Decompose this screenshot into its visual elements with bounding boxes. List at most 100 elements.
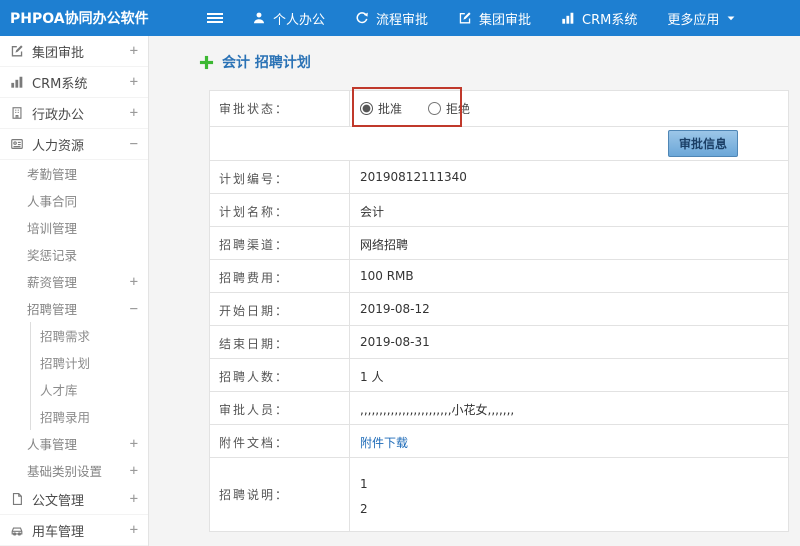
field-label: 开始日期： bbox=[210, 293, 350, 325]
detail-row: 计划编号： 20190812111340 bbox=[210, 161, 788, 194]
collapse-icon[interactable]: − bbox=[130, 137, 138, 151]
document-icon bbox=[10, 492, 24, 506]
approval-info-button[interactable]: 审批信息 bbox=[667, 130, 738, 157]
field-label: 结束日期： bbox=[210, 326, 350, 358]
edit-icon bbox=[458, 11, 472, 25]
sidebar-item-16[interactable]: 公文管理 + bbox=[0, 484, 148, 515]
topnav: 个人办公 流程审批 集团审批 CRM系统 更多应用 bbox=[252, 9, 736, 28]
field-label: 招聘渠道： bbox=[210, 227, 350, 259]
page-title: 会计 招聘计划 bbox=[199, 52, 311, 72]
topnav-item-4[interactable]: 更多应用 bbox=[667, 9, 736, 28]
hamburger-icon bbox=[206, 10, 224, 26]
sidebar-item-10[interactable]: 招聘需求 bbox=[30, 322, 148, 349]
sidebar-item-label: 招聘计划 bbox=[40, 356, 91, 371]
approve-radio-option[interactable]: 批准 bbox=[360, 100, 402, 117]
expand-icon[interactable]: + bbox=[130, 106, 138, 120]
expand-icon[interactable]: + bbox=[130, 75, 138, 89]
field-value: 2019-08-31 bbox=[360, 335, 430, 349]
field-label: 审批人员： bbox=[210, 392, 350, 424]
car-icon bbox=[10, 523, 24, 537]
field-value: 20190812111340 bbox=[360, 170, 467, 184]
field-value-line: 1 bbox=[360, 477, 368, 491]
field-label: 计划名称： bbox=[210, 194, 350, 226]
detail-row: 招聘费用： 100 RMB bbox=[210, 260, 788, 293]
caret-down-icon bbox=[726, 13, 736, 23]
sidebar-item-label: 集团审批 bbox=[32, 45, 85, 61]
sidebar-item-label: 薪资管理 bbox=[27, 275, 78, 290]
topnav-item-2[interactable]: 集团审批 bbox=[458, 9, 531, 28]
topnav-item-label: 流程审批 bbox=[376, 12, 429, 28]
approve-radio[interactable] bbox=[360, 102, 373, 115]
field-value: 附件下载 bbox=[350, 425, 788, 457]
reject-radio-label: 拒绝 bbox=[446, 102, 471, 116]
field-value: 网络招聘 bbox=[360, 238, 409, 252]
sidebar-item-8[interactable]: 薪资管理 + bbox=[0, 268, 148, 295]
sidebar-item-6[interactable]: 培训管理 bbox=[0, 214, 148, 241]
sidebar-item-15[interactable]: 基础类别设置 + bbox=[0, 457, 148, 484]
topnav-item-0[interactable]: 个人办公 bbox=[252, 9, 325, 28]
sidebar-item-7[interactable]: 奖惩记录 bbox=[0, 241, 148, 268]
sidebar-item-14[interactable]: 人事管理 + bbox=[0, 430, 148, 457]
building-icon bbox=[10, 106, 24, 120]
expand-icon[interactable]: + bbox=[130, 492, 138, 506]
detail-row: 招聘渠道： 网络招聘 bbox=[210, 227, 788, 260]
sidebar-item-label: 人才库 bbox=[40, 383, 78, 398]
detail-row: 结束日期： 2019-08-31 bbox=[210, 326, 788, 359]
detail-table: 审批状态： 批准 拒绝 审批信息 计划编号： 20190812111340 计划名称… bbox=[209, 90, 789, 532]
detail-row: 招聘人数： 1 人 bbox=[210, 359, 788, 392]
sidebar-item-12[interactable]: 人才库 bbox=[30, 376, 148, 403]
hamburger-menu-button[interactable] bbox=[192, 10, 238, 26]
expand-icon[interactable]: + bbox=[130, 437, 138, 451]
sidebar-item-label: 行政办公 bbox=[32, 107, 85, 123]
sidebar-item-label: CRM系统 bbox=[32, 76, 88, 92]
sidebar-item-label: 考勤管理 bbox=[27, 167, 78, 182]
field-value-line: 2 bbox=[360, 502, 368, 517]
field-value: 1 人 bbox=[360, 370, 384, 384]
expand-icon[interactable]: + bbox=[130, 464, 138, 478]
sidebar-item-label: 公文管理 bbox=[32, 493, 85, 509]
field-label: 审批状态： bbox=[210, 91, 350, 126]
collapse-icon[interactable]: − bbox=[130, 302, 138, 316]
sidebar-item-2[interactable]: 行政办公 + bbox=[0, 98, 148, 129]
chart-icon bbox=[561, 11, 575, 25]
field-value: 会计 bbox=[360, 205, 385, 219]
field-value: ,,,,,,,,,,,,,,,,,,,,,,,,小花女,,,,,,, bbox=[360, 403, 515, 417]
sidebar-item-5[interactable]: 人事合同 bbox=[0, 187, 148, 214]
add-icon bbox=[199, 55, 214, 70]
detail-row: 招聘说明： 1 2 bbox=[210, 458, 788, 532]
topnav-item-3[interactable]: CRM系统 bbox=[561, 9, 637, 28]
field-label: 招聘人数： bbox=[210, 359, 350, 391]
page-title-text: 会计 招聘计划 bbox=[222, 55, 311, 71]
sidebar-item-label: 用车管理 bbox=[32, 524, 85, 540]
reject-radio-option[interactable]: 拒绝 bbox=[428, 100, 470, 117]
people-icon bbox=[10, 137, 24, 151]
sidebar-item-0[interactable]: 集团审批 + bbox=[0, 36, 148, 67]
topnav-item-label: 集团审批 bbox=[479, 12, 532, 28]
topnav-item-1[interactable]: 流程审批 bbox=[355, 9, 428, 28]
sidebar-item-4[interactable]: 考勤管理 bbox=[0, 160, 148, 187]
edit-icon bbox=[10, 44, 24, 58]
sidebar-item-label: 人事管理 bbox=[27, 437, 78, 452]
reject-radio[interactable] bbox=[428, 102, 442, 115]
approval-status-row: 审批状态： 批准 拒绝 bbox=[210, 91, 788, 127]
app-title: PHPOA协同办公软件 bbox=[10, 11, 149, 27]
sidebar-item-17[interactable]: 用车管理 + bbox=[0, 515, 148, 546]
sidebar-item-3[interactable]: 人力资源 − bbox=[0, 129, 148, 160]
expand-icon[interactable]: + bbox=[130, 523, 138, 537]
sidebar: 集团审批 + CRM系统 + 行政办公 + 人力资源 − 考勤管理人事合同培训管理奖惩记录薪资管… bbox=[0, 36, 149, 546]
sidebar-item-1[interactable]: CRM系统 + bbox=[0, 67, 148, 98]
expand-icon[interactable]: + bbox=[130, 44, 138, 58]
expand-icon[interactable]: + bbox=[130, 275, 138, 289]
detail-row: 审批人员： ,,,,,,,,,,,,,,,,,,,,,,,,小花女,,,,,,, bbox=[210, 392, 788, 425]
sidebar-item-label: 招聘录用 bbox=[40, 410, 91, 425]
sidebar-item-label: 奖惩记录 bbox=[27, 248, 78, 263]
page-body: 集团审批 + CRM系统 + 行政办公 + 人力资源 − 考勤管理人事合同培训管理奖惩记录薪资管… bbox=[0, 36, 800, 546]
sidebar-item-label: 招聘需求 bbox=[40, 329, 91, 344]
sidebar-item-13[interactable]: 招聘录用 bbox=[30, 403, 148, 430]
topbar: PHPOA协同办公软件 个人办公 流程审批 集团审批 CRM系统 更多应用 bbox=[0, 0, 800, 36]
sidebar-item-11[interactable]: 招聘计划 bbox=[30, 349, 148, 376]
sidebar-item-label: 人事合同 bbox=[27, 194, 78, 209]
topnav-item-label: 更多应用 bbox=[667, 12, 720, 28]
attachment-download-link[interactable]: 附件下载 bbox=[360, 436, 408, 450]
sidebar-item-9[interactable]: 招聘管理 − bbox=[0, 295, 148, 322]
